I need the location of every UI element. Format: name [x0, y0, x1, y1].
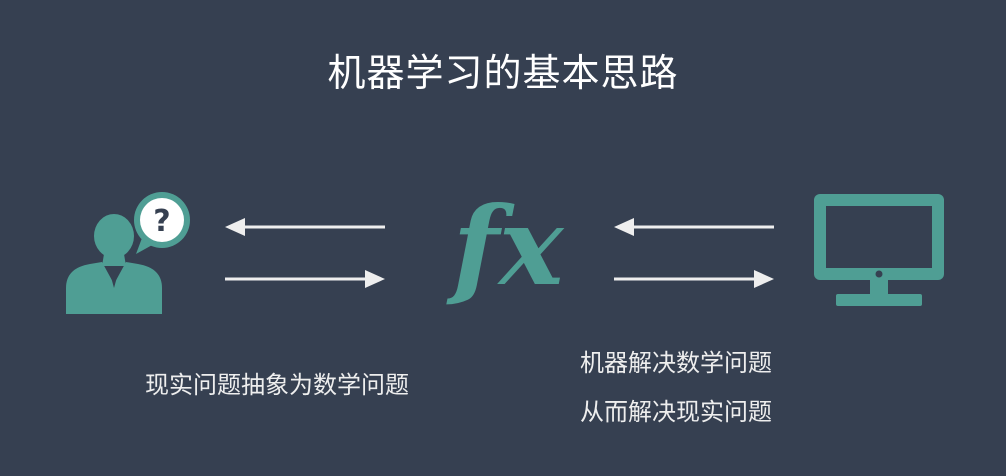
arrows-right — [614, 218, 774, 288]
function-icon: fx — [446, 192, 565, 310]
slide: 机器学习的基本思路 ? fx 现实问题抽象为数学问题 机器解决数学问题 从而解决… — [0, 0, 1006, 476]
arrows-left — [225, 218, 385, 288]
caption-solve-line2: 从而解决现实问题 — [580, 398, 772, 426]
question-mark: ? — [153, 204, 170, 239]
arrowhead-left — [225, 218, 245, 236]
caption-abstract: 现实问题抽象为数学问题 — [145, 371, 409, 399]
arrowhead-right — [754, 270, 774, 288]
caption-solve-line1: 机器解决数学问题 — [580, 349, 772, 377]
monitor-icon — [814, 194, 944, 306]
person-question-icon: ? — [66, 192, 190, 314]
fx-glyph: fx — [446, 192, 565, 310]
arrowhead-left — [614, 218, 634, 236]
slide-title: 机器学习的基本思路 — [327, 51, 679, 95]
arrowhead-right — [365, 270, 385, 288]
